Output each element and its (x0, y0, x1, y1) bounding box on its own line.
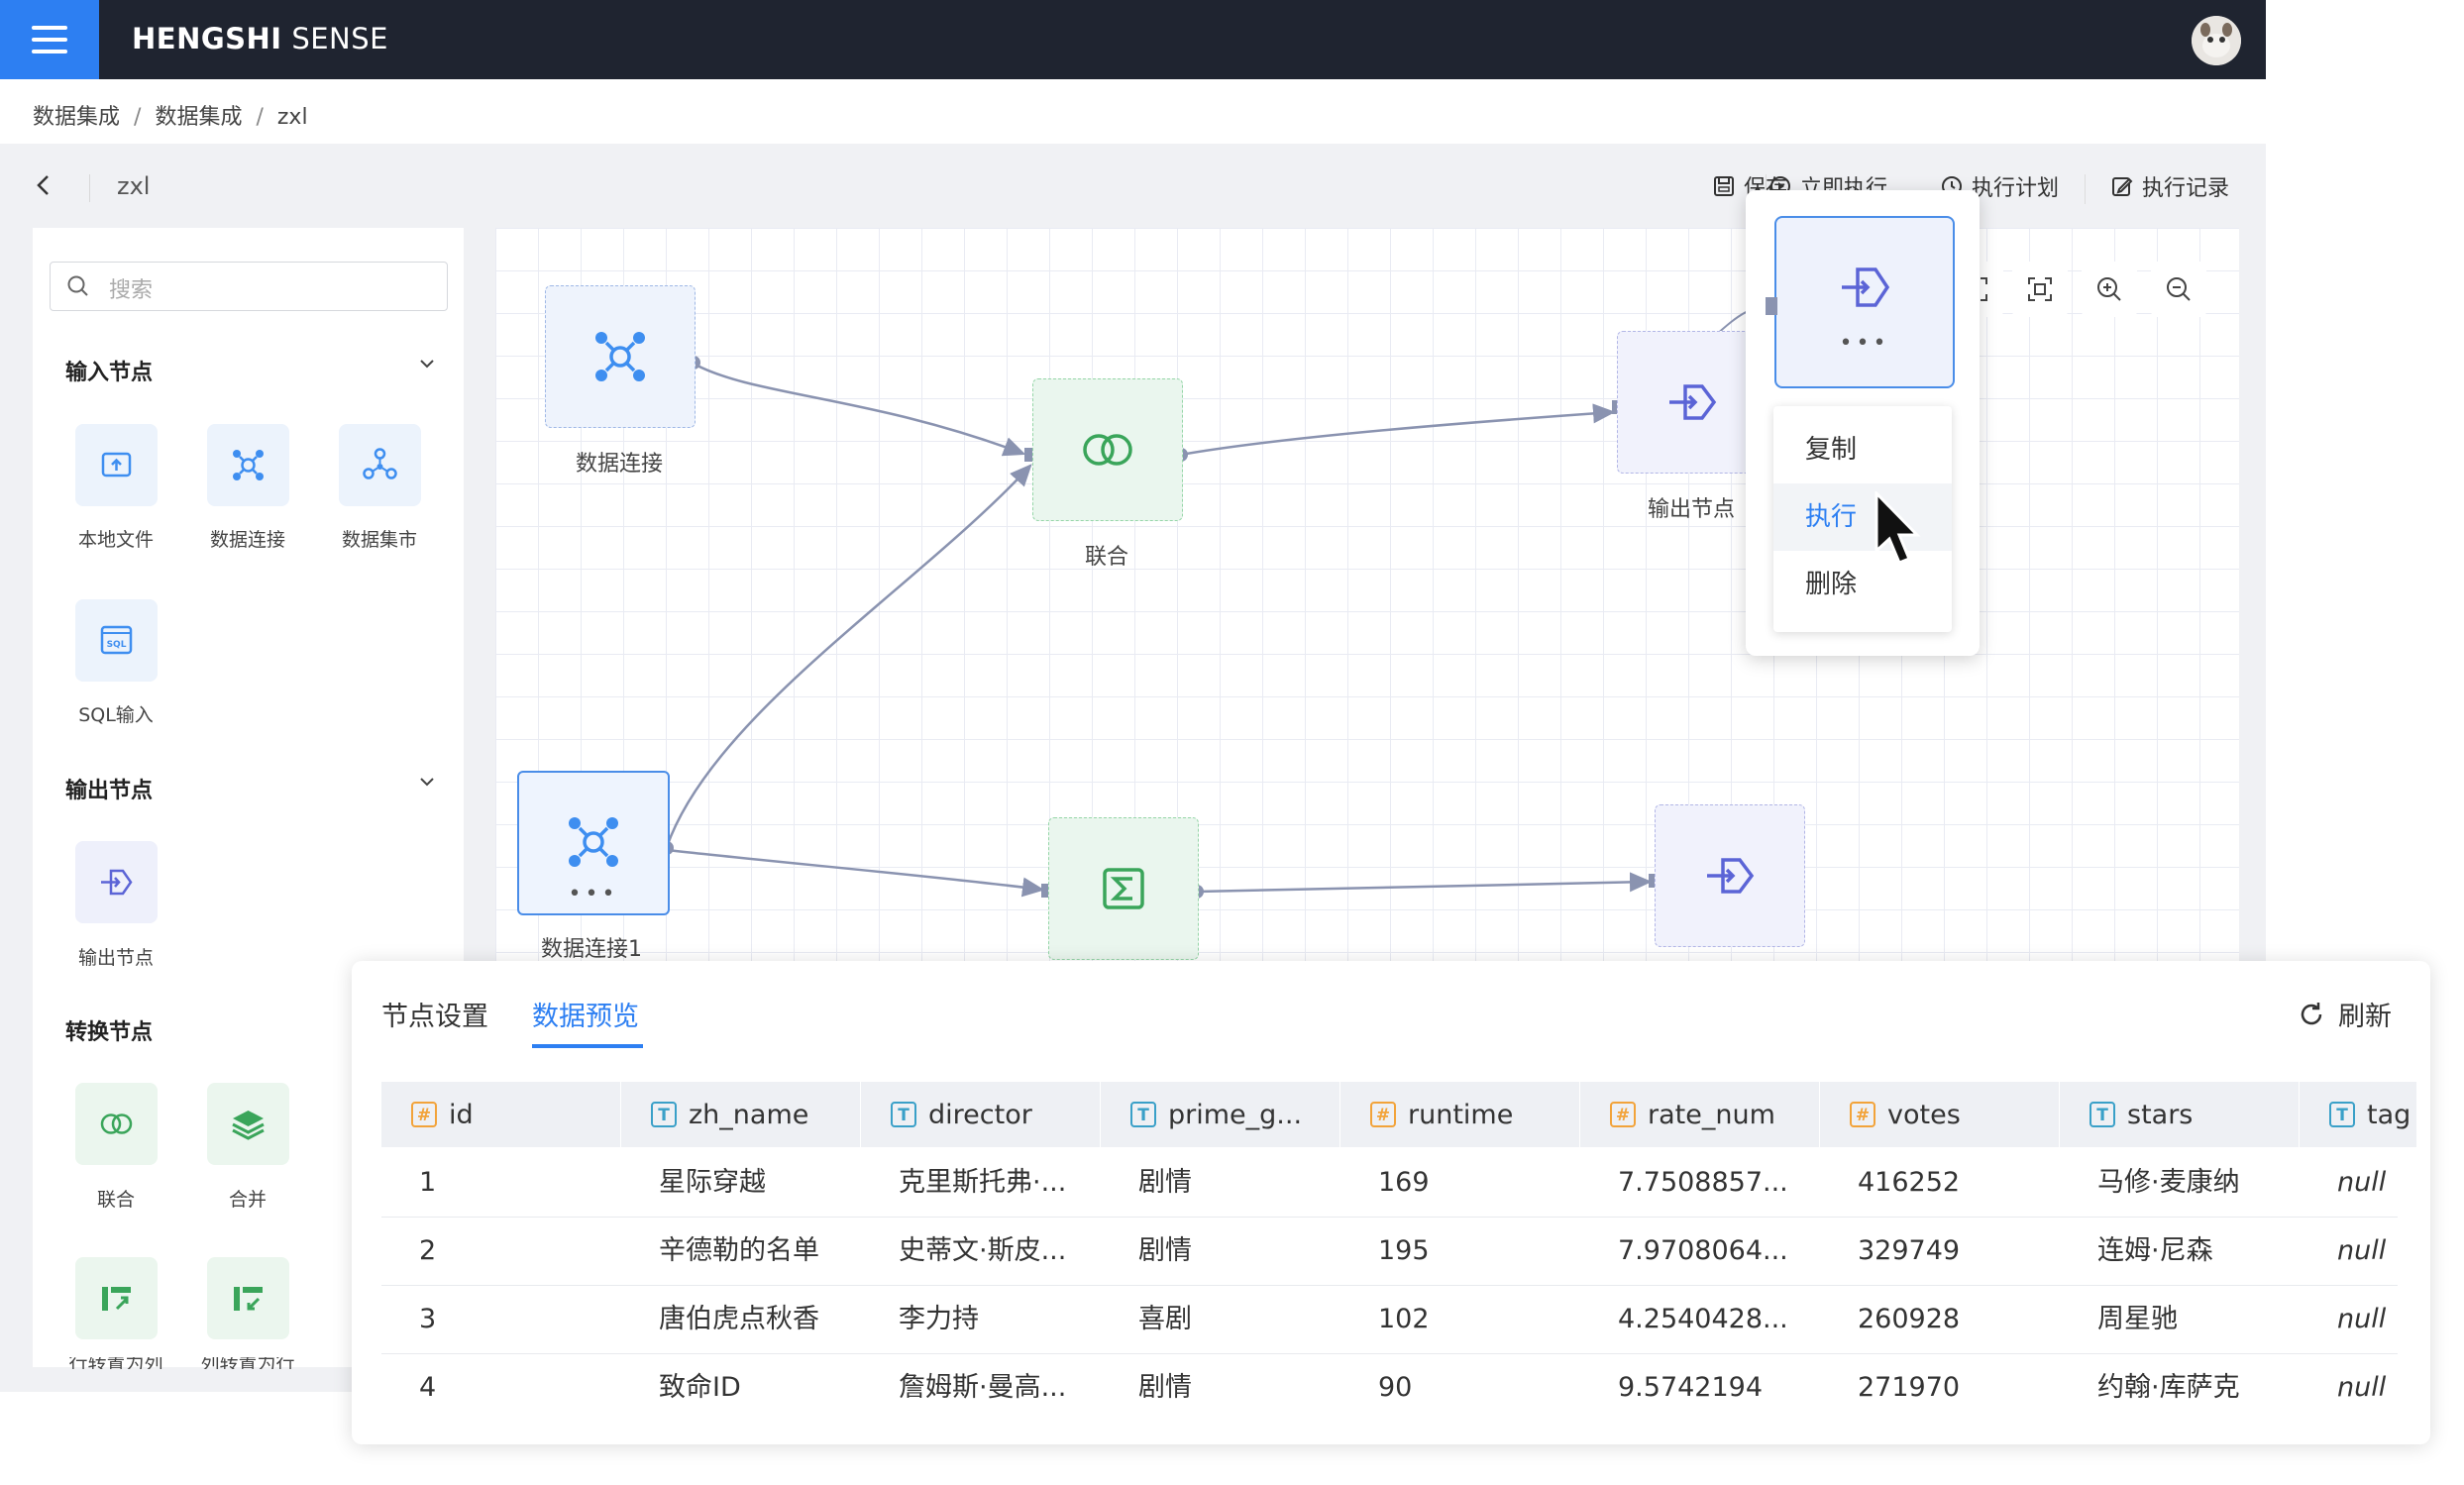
column-header[interactable]: Ttag (2300, 1082, 2417, 1147)
zoom-in-icon[interactable] (2082, 262, 2137, 317)
column-header[interactable]: Tstars (2060, 1082, 2300, 1147)
table-cell: 剧情 (1138, 1372, 1192, 1403)
column-header[interactable]: Tzh_name (621, 1082, 861, 1147)
table-cell: 102 (1378, 1304, 1430, 1334)
table-cell: 连姆·尼森 (2097, 1235, 2213, 1266)
tab-node-settings[interactable]: 节点设置 (381, 995, 488, 1033)
table-row[interactable]: 2 辛德勒的名单 史蒂文·斯皮... 剧情 195 7.9708064... 329749 连… (381, 1218, 2398, 1286)
menu-item-copy[interactable]: 复制 (1773, 416, 1952, 483)
column-header[interactable]: # runtime (1340, 1082, 1580, 1147)
output-icon (1669, 384, 1717, 420)
refresh-icon (2301, 1002, 2322, 1024)
table-cell: 4.2540428... (1618, 1304, 1788, 1334)
table-cell: 剧情 (1138, 1167, 1192, 1198)
table-cell: null (2337, 1372, 2387, 1403)
table-cell: null (2337, 1235, 2387, 1266)
table-cell: 3 (419, 1304, 437, 1334)
table-row[interactable]: 3 唐伯虎点秋香 李力持 喜剧 102 4.2540428... 260928 周星驰 null (381, 1286, 2398, 1354)
flow-node-output-2[interactable] (1655, 804, 1805, 947)
table-cell: 329749 (1858, 1235, 1961, 1266)
table-cell: 2 (419, 1235, 437, 1266)
network-icon (569, 817, 618, 867)
table-cell: 星际穿越 (659, 1167, 766, 1198)
flow-node-label: 联合 (1084, 545, 1128, 570)
union-icon (1083, 434, 1132, 466)
table-cell: 李力持 (899, 1304, 979, 1334)
table-cell: 9.5742194 (1618, 1372, 1764, 1403)
tab-data-preview[interactable]: 数据预览 (532, 995, 639, 1033)
table-cell: 马修·麦康纳 (2097, 1167, 2240, 1198)
table-cell: 195 (1378, 1235, 1430, 1266)
flow-node-union[interactable] (1032, 378, 1183, 521)
column-header[interactable]: Tprime_g... (1101, 1082, 1340, 1147)
table-cell: null (2337, 1167, 2387, 1198)
table-cell: 260928 (1858, 1304, 1961, 1334)
table-cell: 169 (1378, 1167, 1430, 1198)
table-cell: 唐伯虎点秋香 (659, 1304, 819, 1334)
output-icon (1707, 858, 1755, 894)
table-row[interactable]: 4 致命ID 詹姆斯·曼高... 剧情 90 9.5742194 271970 约翰·库萨克 n… (381, 1354, 2398, 1407)
column-header[interactable]: Tdirector (861, 1082, 1101, 1147)
table-cell: 约翰·库萨克 (2097, 1372, 2240, 1403)
flow-node-data-connection[interactable] (545, 285, 696, 428)
table-cell: 辛德勒的名单 (659, 1235, 819, 1266)
table-cell: 詹姆斯·曼高... (899, 1372, 1067, 1403)
table-cell: 克里斯托弗·... (899, 1167, 1067, 1198)
table-cell: 周星驰 (2097, 1304, 2178, 1334)
output-icon (1842, 267, 1890, 307)
table-row[interactable]: 1 星际穿越 克里斯托弗·... 剧情 169 7.7508857... 416252 马修·… (381, 1149, 2398, 1218)
flow-node-label: 数据连接 (575, 452, 663, 477)
column-header[interactable]: # id (381, 1082, 621, 1147)
flow-node-data-connection-1[interactable]: ••• (517, 771, 670, 915)
flow-node-aggregate[interactable] (1048, 817, 1199, 960)
table-cell: 史蒂文·斯皮... (899, 1235, 1067, 1266)
table-cell: 416252 (1858, 1167, 1961, 1198)
table-cell: 4 (419, 1372, 437, 1403)
table-cell: 喜剧 (1138, 1304, 1192, 1334)
table-cell: 剧情 (1138, 1235, 1192, 1266)
column-header[interactable]: # rate_num (1580, 1082, 1820, 1147)
mouse-cursor-icon (1873, 489, 1932, 575)
table-cell: 1 (419, 1167, 437, 1198)
table-header: # id Tzh_name Tdirector Tprime_g... # runt… (381, 1082, 2417, 1147)
zoom-out-icon[interactable] (2151, 262, 2206, 317)
sigma-icon (1103, 868, 1144, 909)
table-cell: 90 (1378, 1372, 1413, 1403)
column-header[interactable]: # votes (1820, 1082, 2060, 1147)
table-cell: 致命ID (659, 1372, 741, 1403)
active-tab-indicator (532, 1044, 643, 1048)
table-cell: null (2337, 1304, 2387, 1334)
refresh-button[interactable]: 刷新 (2297, 995, 2392, 1033)
port-handle[interactable] (1766, 297, 1777, 315)
table-cell: 7.7508857... (1618, 1167, 1788, 1198)
focus-icon[interactable] (2012, 262, 2068, 317)
table-cell: 7.9708064... (1618, 1235, 1788, 1266)
flow-node-label: 数据连接1 (541, 937, 642, 962)
table-cell: 271970 (1858, 1372, 1961, 1403)
popup-output-node[interactable]: ••• (1774, 216, 1955, 388)
network-icon (595, 332, 645, 381)
